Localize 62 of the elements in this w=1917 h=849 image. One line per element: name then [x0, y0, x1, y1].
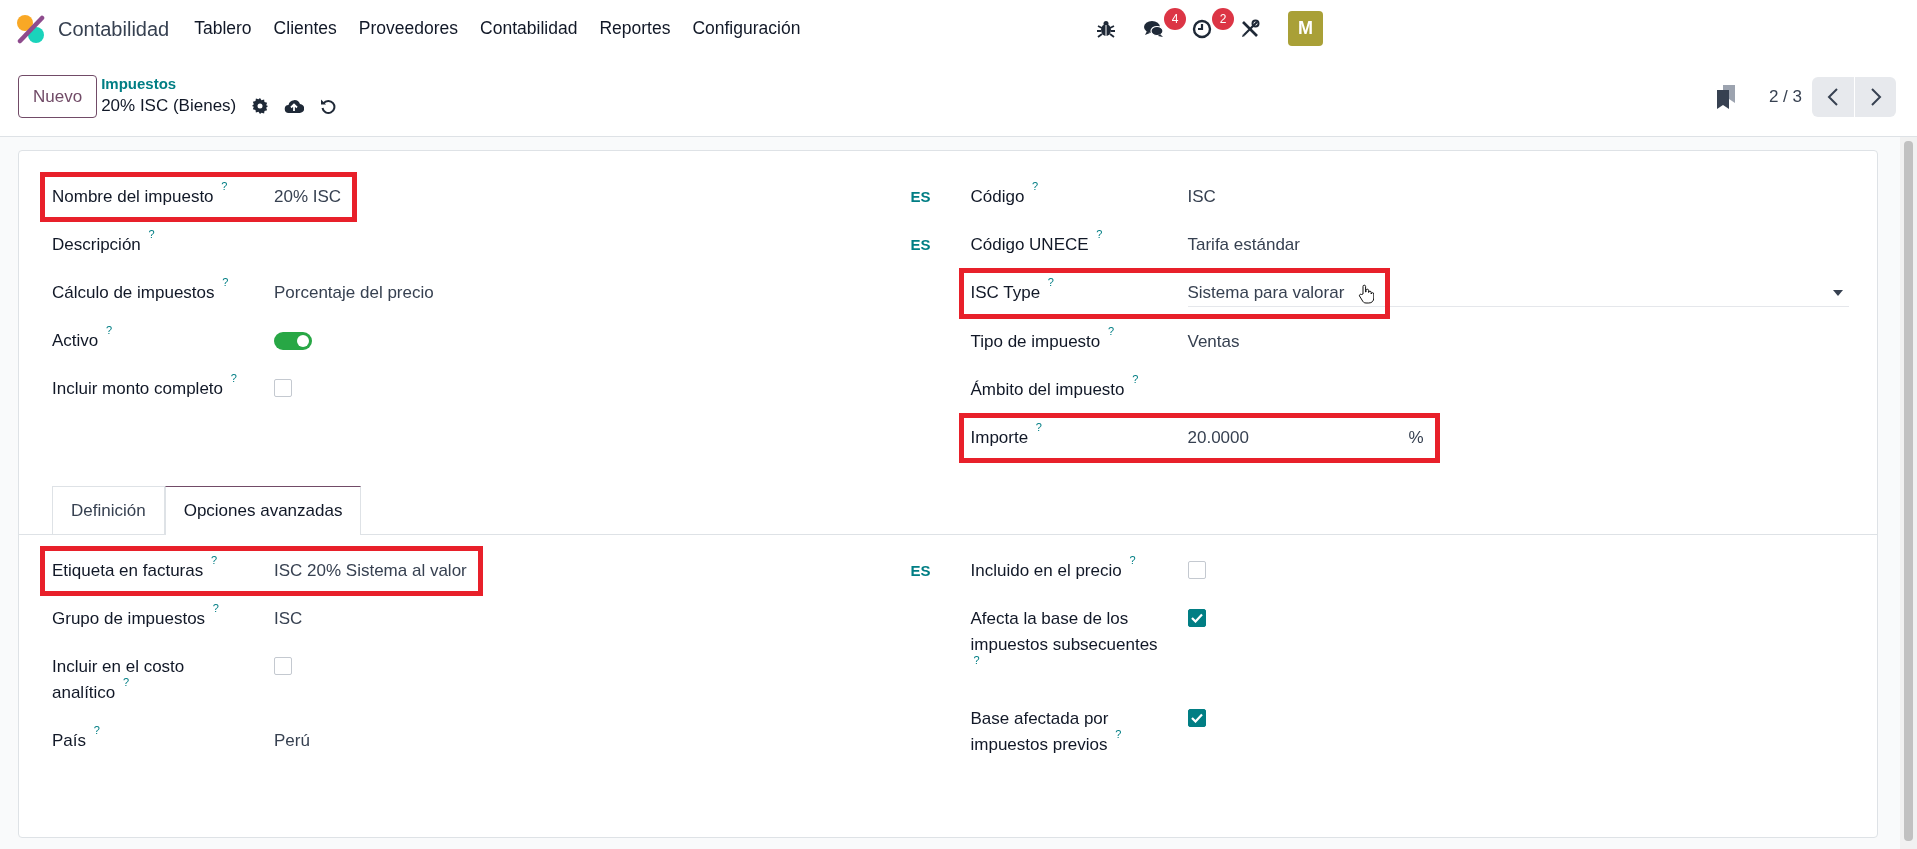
checkbox[interactable] [274, 657, 292, 675]
count-badge: 2 [1212, 7, 1234, 30]
chevron-left-icon [1827, 86, 1839, 107]
field-value: ISC [1187, 186, 1216, 208]
field-value: Perú [274, 730, 310, 752]
clock-button[interactable] [1192, 18, 1212, 39]
checkbox[interactable] [1187, 561, 1206, 579]
tab[interactable]: Definición [52, 486, 165, 535]
chevron-right-icon [1869, 86, 1882, 107]
previous-button[interactable] [1812, 76, 1854, 117]
number-field[interactable]: 20.0000 % [1187, 425, 1424, 451]
field-value: Ventas [1187, 331, 1240, 353]
app-logo-icon [16, 13, 46, 44]
tools-button[interactable] [1240, 18, 1260, 39]
new-button[interactable]: Nuevo [18, 74, 98, 119]
language-button[interactable]: ES [910, 558, 931, 584]
field-label: Base afectada por impuestos previos $^{?}$ [970, 708, 1123, 756]
breadcrumb-link[interactable]: Impuestos [101, 74, 337, 93]
help-tooltip[interactable]: ? [973, 653, 980, 666]
field-value: Tarifa estándar [1187, 234, 1300, 256]
checkbox[interactable] [1187, 709, 1206, 727]
menu-item[interactable]: Configuración [681, 15, 812, 42]
pager-counter: 2 / 3 [1768, 85, 1802, 108]
cloud-upload-icon[interactable] [284, 97, 305, 114]
unit-suffix: % [1408, 427, 1424, 449]
checkbox[interactable] [274, 379, 292, 397]
language-button[interactable]: ES [910, 232, 931, 258]
record-title: 20% ISC (Bienes) [101, 94, 237, 117]
tab[interactable]: Opciones avanzadas [164, 486, 362, 535]
menu-item[interactable]: Clientes [262, 15, 348, 42]
field-value: ISC 20% Sistema al valor [274, 560, 467, 582]
field-value: 20.0000 [1187, 427, 1249, 449]
toggle-switch[interactable] [274, 332, 312, 350]
field-value: ISC [274, 608, 303, 630]
app-name: Contabilidad [58, 16, 170, 42]
menu-item[interactable]: Contabilidad [469, 15, 589, 42]
clock-icon [1192, 18, 1212, 39]
scrollbar[interactable] [1900, 137, 1917, 849]
chat-bubbles-button[interactable] [1144, 18, 1164, 39]
menu-item[interactable]: Proveedores [347, 15, 470, 42]
select-field[interactable]: Sistema para valorar [1187, 280, 1849, 307]
help-tooltip[interactable]: ? [123, 675, 130, 688]
count-badge: 4 [1164, 7, 1186, 30]
chat-bubbles-icon [1144, 18, 1164, 39]
settings-icon[interactable] [252, 97, 269, 114]
field-value: Sistema para valorar [1187, 282, 1345, 304]
field-value: Porcentaje del precio [274, 282, 434, 304]
undo-icon[interactable] [320, 97, 337, 114]
tools-icon [1240, 18, 1260, 39]
field-value: 20% ISC [274, 186, 342, 208]
next-button[interactable] [1854, 76, 1896, 117]
field-label: Incluir en el costo analítico $^{?}$ [52, 656, 186, 704]
bug-button[interactable] [1096, 18, 1116, 39]
help-tooltip[interactable]: ? [1115, 727, 1122, 740]
bookmarks-icon[interactable] [1716, 84, 1735, 109]
menu-item[interactable]: Tablero [183, 15, 263, 42]
language-button[interactable]: ES [910, 184, 931, 210]
menu-item[interactable]: Reportes [588, 15, 682, 42]
checkbox[interactable] [1187, 609, 1206, 627]
user-avatar[interactable]: M [1288, 11, 1323, 46]
bug-icon [1096, 18, 1116, 39]
caret-down-icon [1833, 290, 1843, 296]
